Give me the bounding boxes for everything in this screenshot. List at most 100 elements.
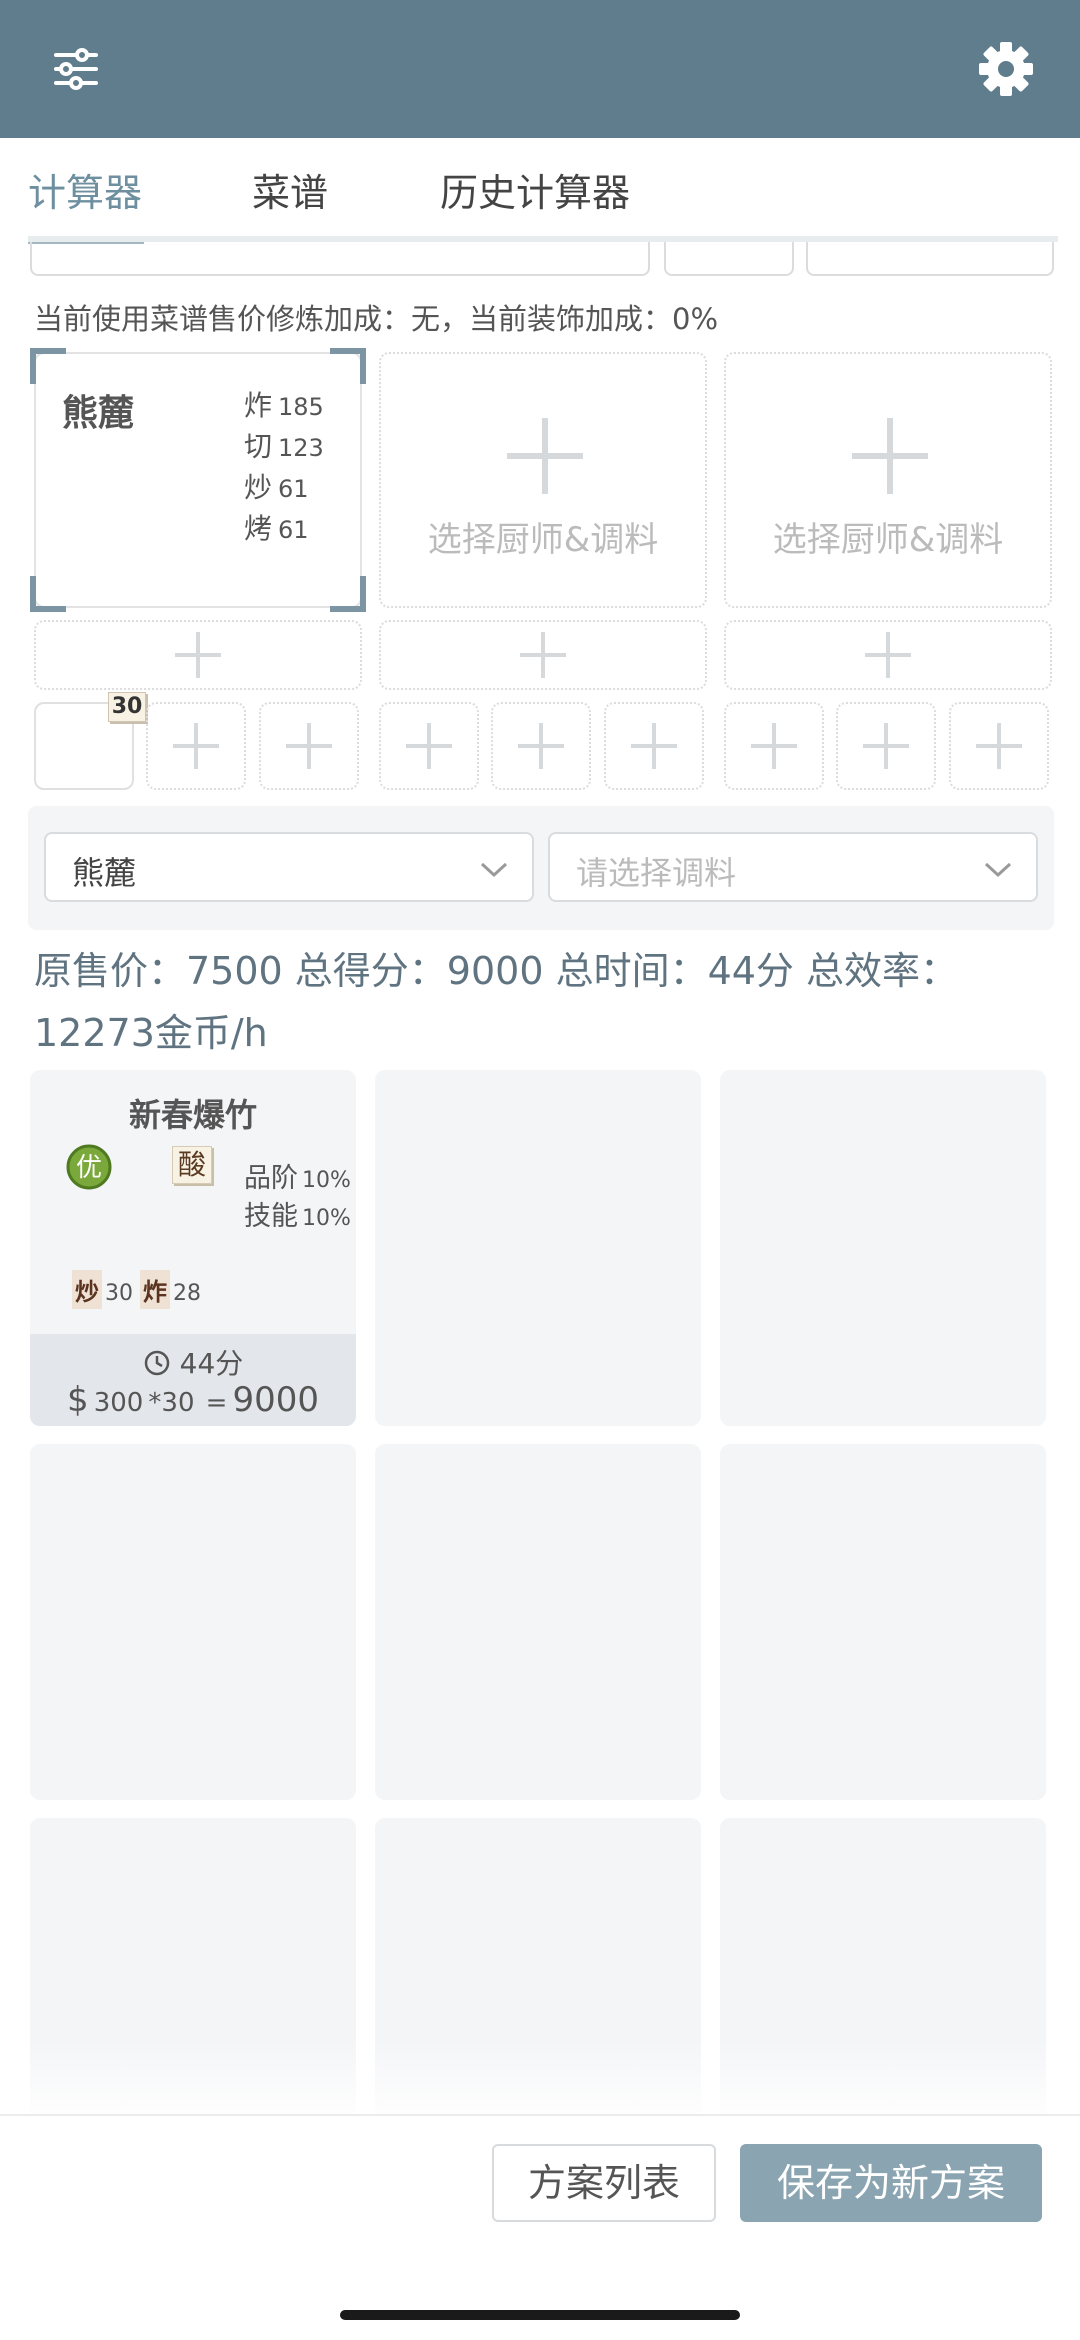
skill-label: 烤 bbox=[244, 512, 273, 545]
selection-corner bbox=[330, 576, 366, 612]
quantity-badge: 30 bbox=[108, 692, 146, 722]
tab-history-calculator[interactable]: 历史计算器 bbox=[440, 162, 630, 217]
recipe-card-5[interactable] bbox=[375, 1444, 701, 1800]
bonus-label: 品阶 bbox=[244, 1163, 298, 1194]
recipe-card-1[interactable]: 新春爆竹 优 酸 品阶 10% 技能 10% 炒 30 炸 28 44分 $ 300 *… bbox=[30, 1070, 356, 1426]
skill-value: 61 bbox=[278, 516, 309, 544]
recipe-time-value: 44分 bbox=[179, 1347, 244, 1380]
plus-icon bbox=[852, 418, 928, 494]
chef-select-value: 熊麓 bbox=[72, 854, 137, 892]
recipe-slot-3[interactable] bbox=[259, 702, 359, 790]
requirement-label: 炒 bbox=[72, 1270, 102, 1309]
requirement-fry: 炸 28 bbox=[140, 1270, 201, 1309]
choose-chef-label: 选择厨师&调料 bbox=[427, 520, 659, 560]
plan-list-button[interactable]: 方案列表 bbox=[492, 2144, 716, 2222]
tab-calculator[interactable]: 计算器 bbox=[28, 162, 142, 217]
rank-excellent-icon: 优 bbox=[66, 1144, 112, 1190]
bonus-notice: 当前使用菜谱售价修炼加成：无，当前装饰加成：0% bbox=[34, 302, 719, 336]
requirement-value: 28 bbox=[173, 1281, 201, 1306]
recipe-slot-1[interactable]: 30 bbox=[34, 692, 146, 790]
recipe-slot-7[interactable] bbox=[724, 702, 824, 790]
recipe-card-4[interactable] bbox=[30, 1444, 356, 1800]
clipped-select-3[interactable] bbox=[806, 242, 1054, 276]
clock-icon bbox=[144, 1350, 169, 1376]
selection-corner bbox=[330, 348, 366, 384]
recipe-slot-4[interactable] bbox=[379, 702, 479, 790]
plus-icon bbox=[518, 723, 564, 769]
skill-label: 炒 bbox=[244, 471, 273, 504]
plus-icon bbox=[286, 723, 332, 769]
recipe-time: 44分 bbox=[30, 1342, 356, 1382]
plus-icon bbox=[865, 632, 911, 678]
chevron-down-icon bbox=[984, 862, 1012, 878]
price-unit: 300 bbox=[93, 1388, 144, 1418]
calculation-summary: 原售价：7500 总得分：9000 总时间：44分 总效率：12273金币/h bbox=[34, 949, 959, 1055]
app-bar bbox=[0, 0, 1080, 138]
recipe-footer: 44分 $ 300 *30 = 9000 bbox=[30, 1334, 356, 1426]
recipe-slot-2[interactable] bbox=[146, 702, 246, 790]
recipe-name: 新春爆竹 bbox=[128, 1096, 257, 1134]
bonus-value: 10% bbox=[302, 1206, 351, 1231]
bonus-label: 技能 bbox=[244, 1201, 298, 1232]
equip-slot-3[interactable] bbox=[724, 620, 1052, 690]
skill-value: 123 bbox=[278, 434, 324, 462]
skill-label: 炸 bbox=[244, 389, 273, 422]
selection-corner bbox=[30, 348, 66, 384]
selector-panel: 熊麓 请选择调料 bbox=[28, 806, 1054, 930]
chef-name: 熊麓 bbox=[62, 393, 135, 434]
seasoning-select-placeholder: 请选择调料 bbox=[576, 854, 737, 892]
gear-icon[interactable] bbox=[966, 29, 1046, 109]
recipe-slot-9[interactable] bbox=[949, 702, 1049, 790]
chef-skill-roast: 烤 61 bbox=[244, 507, 309, 547]
bonus-skill: 技能 10% bbox=[244, 1194, 351, 1233]
equip-slot-2[interactable] bbox=[379, 620, 707, 690]
recipe-slot-5[interactable] bbox=[491, 702, 591, 790]
home-indicator bbox=[340, 2310, 740, 2320]
skill-value: 61 bbox=[278, 475, 309, 503]
plus-icon bbox=[631, 723, 677, 769]
chef-card-3[interactable]: 选择厨师&调料 bbox=[724, 352, 1052, 608]
skill-label: 切 bbox=[244, 430, 273, 463]
requirement-label: 炸 bbox=[140, 1270, 170, 1309]
tab-bar: 计算器 菜谱 历史计算器 bbox=[0, 138, 1080, 244]
chef-card-2[interactable]: 选择厨师&调料 bbox=[379, 352, 707, 608]
requirement-value: 30 bbox=[105, 1281, 133, 1306]
chef-skill-stirfry: 炒 61 bbox=[244, 466, 309, 506]
requirement-stirfry: 炒 30 bbox=[72, 1270, 133, 1309]
price-total: 9000 bbox=[232, 1380, 320, 1420]
clipped-select-2[interactable] bbox=[664, 242, 794, 276]
chevron-down-icon bbox=[480, 862, 508, 878]
chef-skill-fry: 炸 185 bbox=[244, 384, 324, 424]
plus-icon bbox=[406, 723, 452, 769]
price-symbol: $ bbox=[66, 1380, 89, 1420]
plus-icon bbox=[751, 723, 797, 769]
chef-card-1[interactable]: 熊麓 炸 185 切 123 炒 61 烤 61 bbox=[30, 348, 366, 612]
selection-corner bbox=[30, 576, 66, 612]
recipe-card-3[interactable] bbox=[720, 1070, 1046, 1426]
plus-icon bbox=[175, 632, 221, 678]
seasoning-select[interactable]: 请选择调料 bbox=[548, 832, 1038, 902]
sliders-icon[interactable] bbox=[36, 29, 116, 109]
plus-icon bbox=[507, 418, 583, 494]
plus-icon bbox=[173, 723, 219, 769]
scroll-fade bbox=[0, 2040, 1080, 2114]
price-eq: = bbox=[205, 1388, 228, 1418]
plus-icon bbox=[520, 632, 566, 678]
bonus-value: 10% bbox=[302, 1168, 351, 1193]
chef-skill-cut: 切 123 bbox=[244, 425, 324, 465]
chef-select[interactable]: 熊麓 bbox=[44, 832, 534, 902]
save-new-plan-button[interactable]: 保存为新方案 bbox=[740, 2144, 1042, 2222]
equip-slot-1[interactable] bbox=[34, 620, 362, 690]
recipe-card-6[interactable] bbox=[720, 1444, 1046, 1800]
clipped-select-1[interactable] bbox=[30, 242, 650, 276]
flavor-badge: 酸 bbox=[172, 1146, 212, 1184]
rank-text: 优 bbox=[76, 1153, 102, 1183]
plus-icon bbox=[863, 723, 909, 769]
recipe-slot-6[interactable] bbox=[604, 702, 704, 790]
choose-chef-label: 选择厨师&调料 bbox=[772, 520, 1004, 560]
bonus-quality: 品阶 10% bbox=[244, 1156, 351, 1195]
skill-value: 185 bbox=[278, 393, 324, 421]
tab-recipes[interactable]: 菜谱 bbox=[252, 162, 328, 217]
recipe-slot-8[interactable] bbox=[836, 702, 936, 790]
recipe-card-2[interactable] bbox=[375, 1070, 701, 1426]
